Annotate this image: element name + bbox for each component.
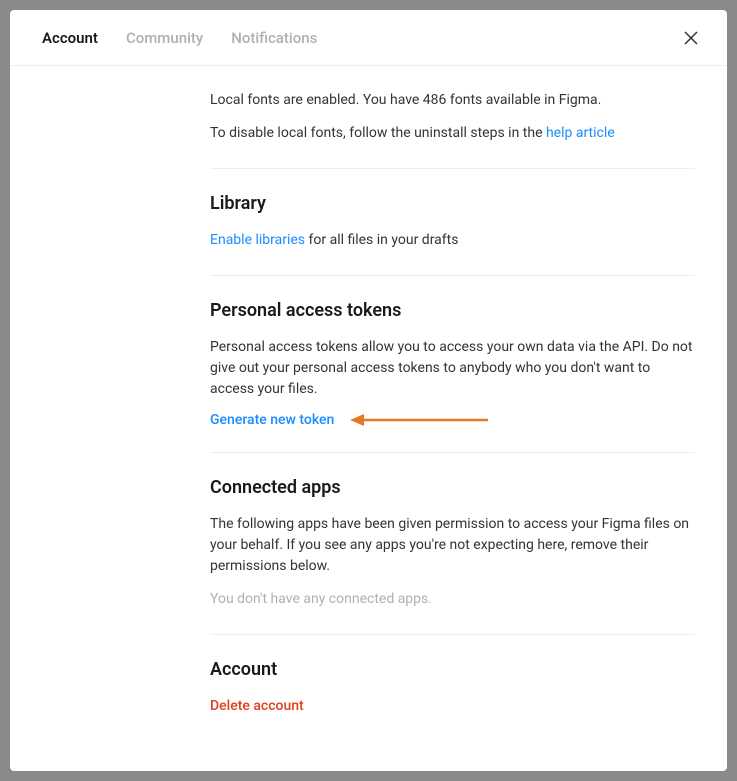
library-row: Enable libraries for all files in your d… [210, 230, 695, 251]
enable-libraries-link[interactable]: Enable libraries [210, 232, 305, 248]
connected-empty: You don't have any connected apps. [210, 589, 695, 610]
settings-modal: Account Community Notifications Local fo… [10, 10, 727, 771]
local-fonts-status: Local fonts are enabled. You have 486 fo… [210, 90, 695, 111]
generate-token-link[interactable]: Generate new token [210, 412, 334, 428]
disable-prefix: To disable local fonts, follow the unins… [210, 125, 546, 141]
tab-account[interactable]: Account [42, 29, 98, 47]
connected-description: The following apps have been given permi… [210, 514, 695, 577]
connected-heading: Connected apps [210, 477, 695, 498]
delete-account-link[interactable]: Delete account [210, 698, 304, 714]
tabs-row: Account Community Notifications [10, 10, 727, 66]
section-tokens: Personal access tokens Personal access t… [210, 276, 695, 453]
enable-libraries-suffix: for all files in your drafts [305, 232, 458, 248]
section-library: Library Enable libraries for all files i… [210, 169, 695, 276]
tokens-heading: Personal access tokens [210, 300, 695, 321]
account-heading: Account [210, 659, 695, 680]
library-heading: Library [210, 193, 695, 214]
tokens-description: Personal access tokens allow you to acce… [210, 337, 695, 400]
tab-notifications[interactable]: Notifications [231, 29, 317, 47]
section-account: Account Delete account [210, 635, 695, 741]
settings-content: Local fonts are enabled. You have 486 fo… [10, 66, 727, 771]
generate-token-row: Generate new token [210, 412, 695, 428]
section-connected-apps: Connected apps The following apps have b… [210, 453, 695, 635]
close-icon [683, 30, 699, 46]
help-article-link[interactable]: help article [546, 125, 615, 141]
close-button[interactable] [683, 30, 699, 46]
local-fonts-disable: To disable local fonts, follow the unins… [210, 123, 695, 144]
section-local-fonts: Local fonts are enabled. You have 486 fo… [210, 66, 695, 169]
arrow-annotation-icon [350, 412, 490, 428]
tab-community[interactable]: Community [126, 29, 203, 47]
